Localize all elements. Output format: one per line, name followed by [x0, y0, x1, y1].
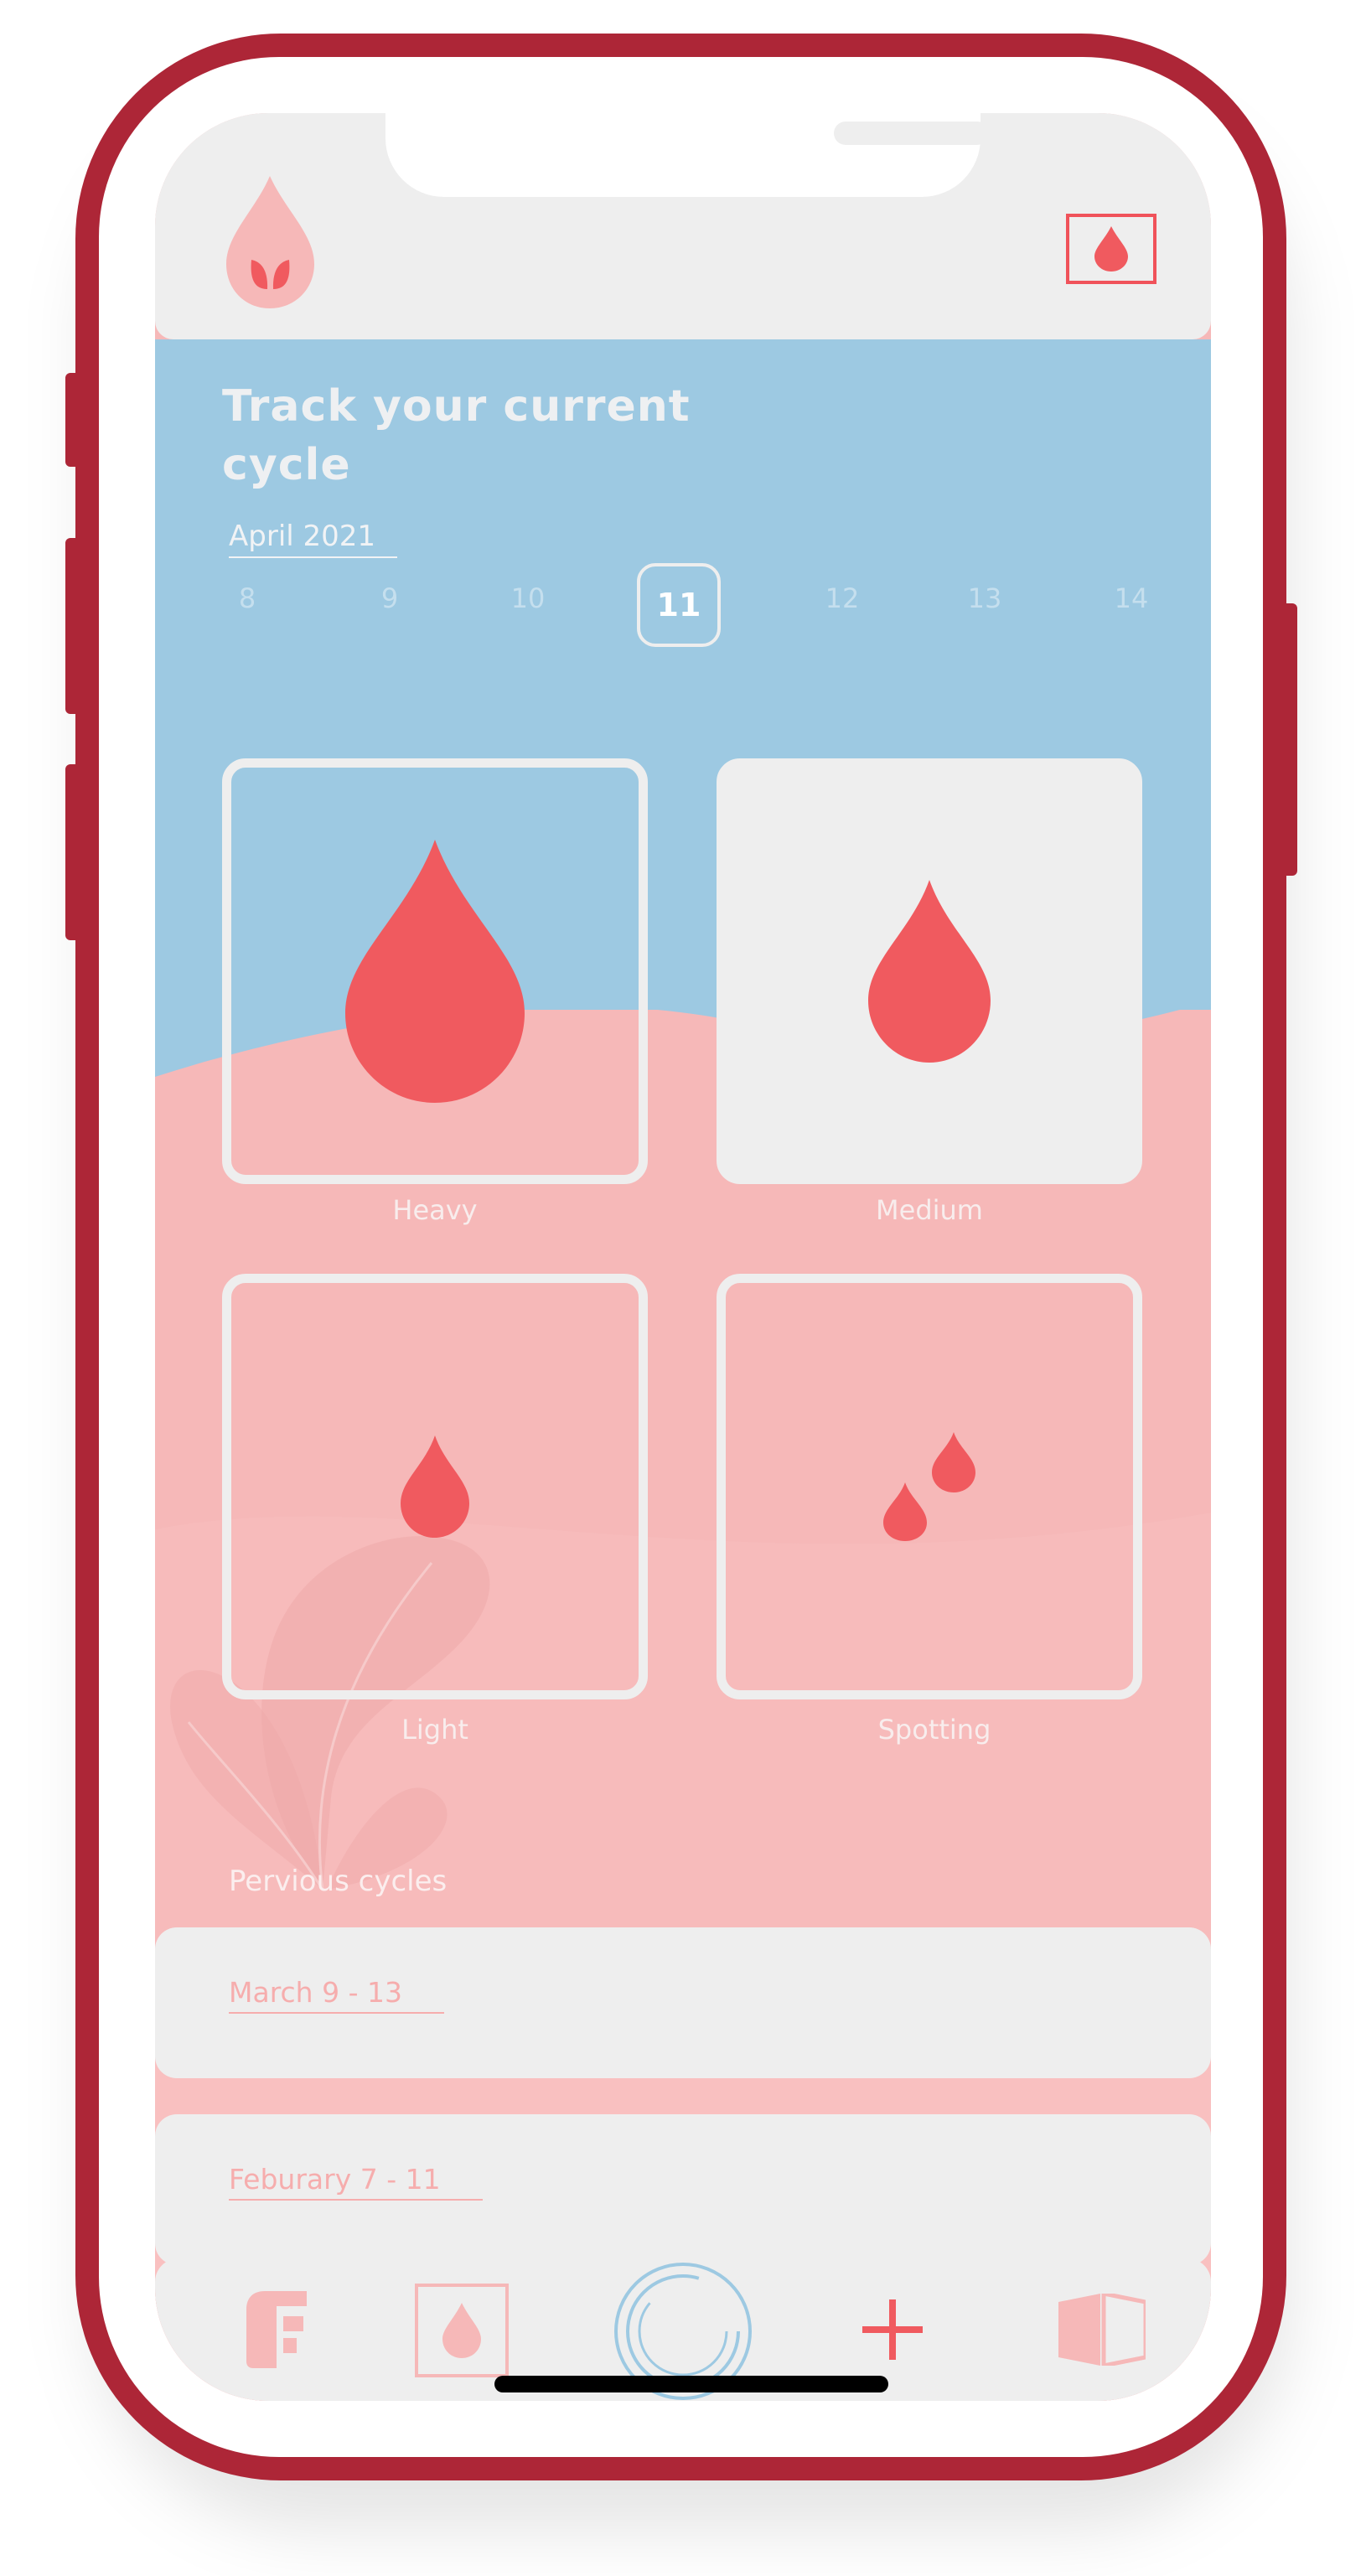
- day-13[interactable]: 13: [947, 582, 1022, 614]
- month-selector[interactable]: April 2021: [229, 520, 398, 558]
- drop-icon: [442, 2303, 481, 2358]
- cycle-date-range: March 9 - 13: [229, 1976, 444, 2014]
- large-drop-icon: [345, 840, 525, 1103]
- day-10[interactable]: 10: [490, 582, 566, 614]
- speaker-grille: [834, 122, 989, 145]
- previous-cycles-heading: Pervious cycles: [229, 1865, 448, 1898]
- drop-toggle-button[interactable]: [1066, 214, 1156, 284]
- flow-label-light: Light: [401, 1714, 468, 1746]
- book-icon: [1058, 2294, 1146, 2366]
- flow-card-heavy[interactable]: [222, 758, 648, 1184]
- home-indicator[interactable]: [494, 2376, 888, 2392]
- medium-drop-icon: [868, 880, 991, 1063]
- flow-label-spotting: Spotting: [877, 1714, 991, 1746]
- day-8[interactable]: 8: [210, 582, 285, 614]
- flow-card-light[interactable]: [222, 1274, 648, 1699]
- day-11-selected[interactable]: 11: [637, 563, 721, 647]
- plus-icon: [862, 2299, 923, 2360]
- device-notch: [385, 113, 1067, 197]
- drop-with-leaves-logo: [226, 176, 314, 308]
- tab-add[interactable]: [859, 2296, 926, 2363]
- day-9[interactable]: 9: [352, 582, 427, 614]
- previous-cycle-item[interactable]: Feburary 7 - 11: [155, 2114, 1211, 2265]
- drop-icon: [1094, 226, 1128, 272]
- flow-card-spotting[interactable]: [717, 1274, 1142, 1699]
- tab-cycle[interactable]: [415, 2284, 509, 2377]
- day-12[interactable]: 12: [805, 582, 880, 614]
- tab-learn[interactable]: [1056, 2292, 1148, 2367]
- front-camera: [1027, 113, 1067, 153]
- app-screen: Track your current cycle April 2021 8 9 …: [155, 113, 1211, 2401]
- previous-cycle-item[interactable]: March 9 - 13: [155, 1927, 1211, 2078]
- flow-card-medium[interactable]: [717, 758, 1142, 1184]
- flow-label-medium: Medium: [876, 1194, 983, 1226]
- two-small-drops-icon: [883, 1432, 975, 1541]
- cycle-date-range: Feburary 7 - 11: [229, 2163, 483, 2201]
- flow-label-heavy: Heavy: [392, 1194, 478, 1226]
- small-drop-icon: [401, 1435, 469, 1538]
- page-title: Track your current cycle: [222, 381, 691, 490]
- tab-home[interactable]: [239, 2288, 314, 2372]
- f-logo-icon: [246, 2291, 307, 2368]
- day-14[interactable]: 14: [1094, 582, 1169, 614]
